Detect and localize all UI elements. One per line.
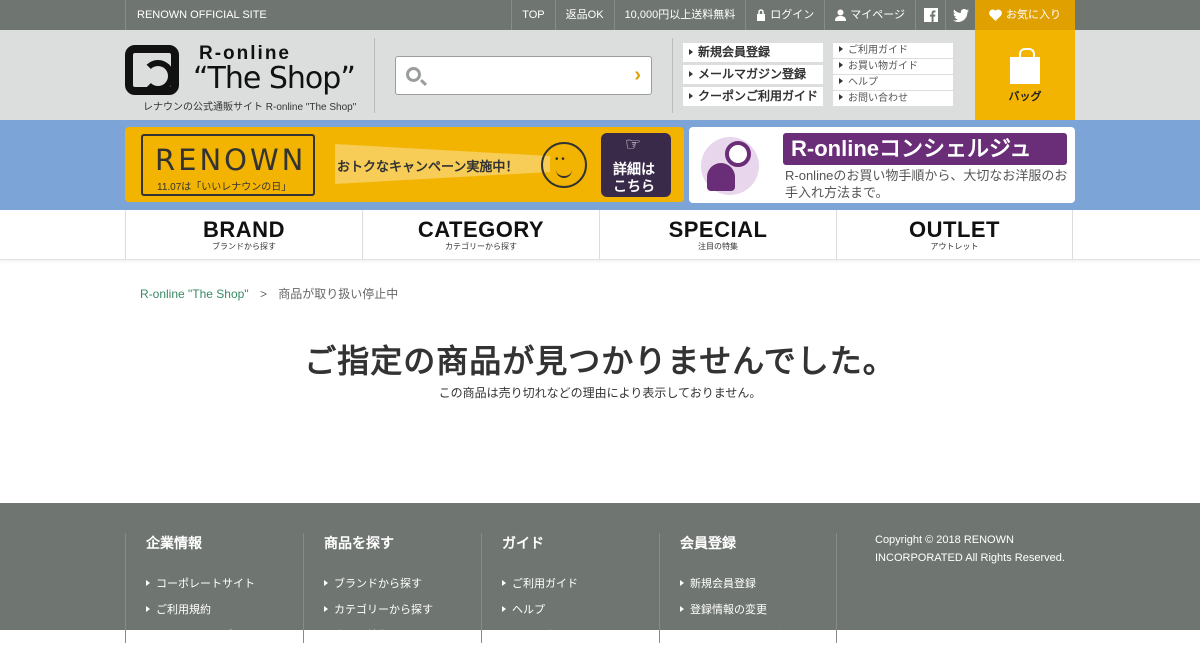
header-main-links: 新規会員登録 メールマガジン登録 クーポンご利用ガイド (683, 43, 823, 109)
renown-day-text: 11.07は「いいレナウンの日」 (157, 182, 292, 193)
newsletter-link[interactable]: メールマガジン登録 (683, 65, 823, 84)
coupon-guide-link[interactable]: クーポンご利用ガイド (683, 87, 823, 106)
footer-heading: ガイド (502, 535, 544, 551)
favorites-label: お気に入り (1006, 9, 1061, 21)
nav-tab-outlet[interactable]: OUTLET アウトレット (836, 210, 1073, 260)
top-link[interactable]: TOP (511, 0, 554, 30)
login-link[interactable]: ログイン (745, 0, 824, 30)
footer-link[interactable]: 新規会員登録 (680, 571, 837, 597)
header-sub-links: ご利用ガイド お買い物ガイド ヘルプ お問い合わせ (833, 43, 953, 107)
logo-text-the-shop: “The Shop” (193, 61, 356, 96)
register-link[interactable]: 新規会員登録 (683, 43, 823, 62)
breadcrumb-current: 商品が取り扱い停止中 (278, 287, 399, 301)
facebook-icon (923, 8, 938, 22)
concierge-title: R-onlineコンシェルジュ (783, 133, 1067, 165)
footer-link[interactable]: 登録情報の変更 (680, 597, 837, 623)
nav-tab-sublabel: アウトレット (930, 242, 979, 251)
footer-link[interactable]: お問い合わせ (502, 623, 659, 649)
breadcrumb-home-link[interactable]: R-online "The Shop" (140, 287, 249, 301)
nav-tab-label: BRAND (203, 217, 285, 242)
pointing-hand-icon: ☞ (625, 134, 642, 154)
breadcrumb-separator: > (259, 287, 267, 301)
usage-guide-link[interactable]: ご利用ガイド (833, 43, 953, 58)
header: R-online “The Shop” レナウンの公式通販サイト R-onlin… (0, 30, 1200, 120)
campaign-message: おトクなキャンペーン実施中！ (337, 159, 519, 174)
footer-divider (836, 533, 837, 643)
twitter-icon (952, 8, 969, 22)
help-link[interactable]: ヘルプ (833, 75, 953, 90)
footer-link[interactable]: メールマガジン登録 (680, 623, 837, 649)
campaign-details-label: 詳細はこちら (613, 161, 655, 194)
nav-tab-sublabel: カテゴリーから探す (445, 242, 517, 251)
free-shipping-link[interactable]: 10,000円以上送料無料 (613, 0, 746, 30)
banner-area: RENOWN 11.07は「いいレナウンの日」 おトクなキャンペーン実施中！ ☞… (0, 120, 1200, 210)
shopping-bag-icon (1010, 48, 1040, 84)
footer-link[interactable]: ご利用ガイド (502, 571, 659, 597)
official-site-link[interactable]: RENOWN OFFICIAL SITE (125, 0, 267, 30)
mypage-link[interactable]: マイページ (824, 0, 915, 30)
nav-tab-label: CATEGORY (417, 217, 545, 242)
smiley-face-icon (541, 142, 587, 188)
footer-link[interactable]: ご利用規約 (146, 597, 303, 623)
site-logo[interactable]: R-online “The Shop” レナウンの公式通販サイト R-onlin… (125, 43, 375, 115)
top-links: TOP 返品OK 10,000円以上送料無料 ログイン マイページ お気に入り (511, 0, 1075, 30)
footer-heading: 商品を探す (324, 535, 394, 551)
contact-link[interactable]: お問い合わせ (833, 91, 953, 106)
footer-heading: 会員登録 (680, 535, 736, 551)
nav-tab-sublabel: 注目の特集 (698, 242, 738, 251)
search-input[interactable] (430, 62, 620, 89)
footer-link[interactable]: カテゴリーから探す (324, 597, 481, 623)
search-icon (406, 67, 421, 82)
footer-heading: 企業情報 (146, 535, 202, 551)
nav-tab-brand[interactable]: BRAND ブランドから探す (125, 210, 362, 260)
page-subtitle: この商品は売り切れなどの理由により表示しておりません。 (438, 386, 762, 400)
footer-column-guide: ガイド ご利用ガイド ヘルプ お問い合わせ (481, 533, 659, 643)
mypage-label: マイページ (850, 9, 905, 21)
concierge-banner[interactable]: R-onlineコンシェルジュ R-onlineのお買い物手順から、大切なお洋服… (689, 127, 1075, 203)
renown-day-badge: RENOWN 11.07は「いいレナウンの日」 (141, 134, 315, 196)
campaign-details-button[interactable]: ☞ 詳細はこちら (601, 133, 671, 197)
cart-label: バッグ (1008, 91, 1042, 103)
shopping-guide-link[interactable]: お買い物ガイド (833, 59, 953, 74)
breadcrumb: R-online "The Shop" > 商品が取り扱い停止中 (140, 285, 398, 302)
footer-link[interactable]: 注目の特集 (324, 623, 481, 649)
lock-icon (757, 9, 766, 21)
footer-column-company: 企業情報 コーポレートサイト ご利用規約 プライバシーポリシー (125, 533, 303, 643)
heart-icon (989, 9, 1002, 21)
returns-link[interactable]: 返品OK (554, 0, 614, 30)
header-divider (374, 38, 375, 113)
renown-logo-mark (125, 45, 179, 95)
footer-link[interactable]: ブランドから探す (324, 571, 481, 597)
header-divider (672, 38, 673, 113)
cart-button[interactable]: バッグ (975, 30, 1075, 120)
top-bar: RENOWN OFFICIAL SITE TOP 返品OK 10,000円以上送… (0, 0, 1200, 30)
facebook-link[interactable] (915, 0, 945, 30)
search-box: › (395, 56, 652, 95)
favorites-link[interactable]: お気に入り (975, 0, 1075, 30)
logo-tagline: レナウンの公式通販サイト R-online "The Shop" (143, 102, 357, 113)
concierge-description: R-onlineのお買い物手順から、大切なお洋服のお手入れ方法まで。 (785, 168, 1068, 200)
footer-column-membership: 会員登録 新規会員登録 登録情報の変更 メールマガジン登録 (659, 533, 837, 643)
concierge-icon (701, 137, 759, 195)
footer-column-search: 商品を探す ブランドから探す カテゴリーから探す 注目の特集 (303, 533, 481, 643)
nav-tab-category[interactable]: CATEGORY カテゴリーから探す (362, 210, 599, 260)
nav-tab-sublabel: ブランドから探す (212, 242, 276, 251)
nav-tab-label: OUTLET (909, 217, 1000, 242)
twitter-link[interactable] (945, 0, 975, 30)
page-title: ご指定の商品が見つかりませんでした。 (304, 343, 896, 379)
footer-link[interactable]: ヘルプ (502, 597, 659, 623)
campaign-banner[interactable]: RENOWN 11.07は「いいレナウンの日」 おトクなキャンペーン実施中！ ☞… (125, 127, 684, 202)
copyright: Copyright © 2018 RENOWN INCORPORATED All… (875, 534, 1065, 564)
user-icon (835, 9, 847, 21)
nav-tab-special[interactable]: SPECIAL 注目の特集 (599, 210, 836, 260)
category-nav: BRAND ブランドから探す CATEGORY カテゴリーから探す SPECIA… (0, 210, 1200, 260)
nav-tab-label: SPECIAL (668, 217, 768, 242)
search-submit-chevron-icon[interactable]: › (634, 65, 641, 85)
footer: 企業情報 コーポレートサイト ご利用規約 プライバシーポリシー 商品を探す ブラ… (0, 503, 1200, 643)
footer-link[interactable]: プライバシーポリシー (146, 623, 303, 649)
renown-wordmark: RENOWN (155, 143, 307, 177)
login-label: ログイン (770, 9, 815, 21)
footer-link[interactable]: コーポレートサイト (146, 571, 303, 597)
